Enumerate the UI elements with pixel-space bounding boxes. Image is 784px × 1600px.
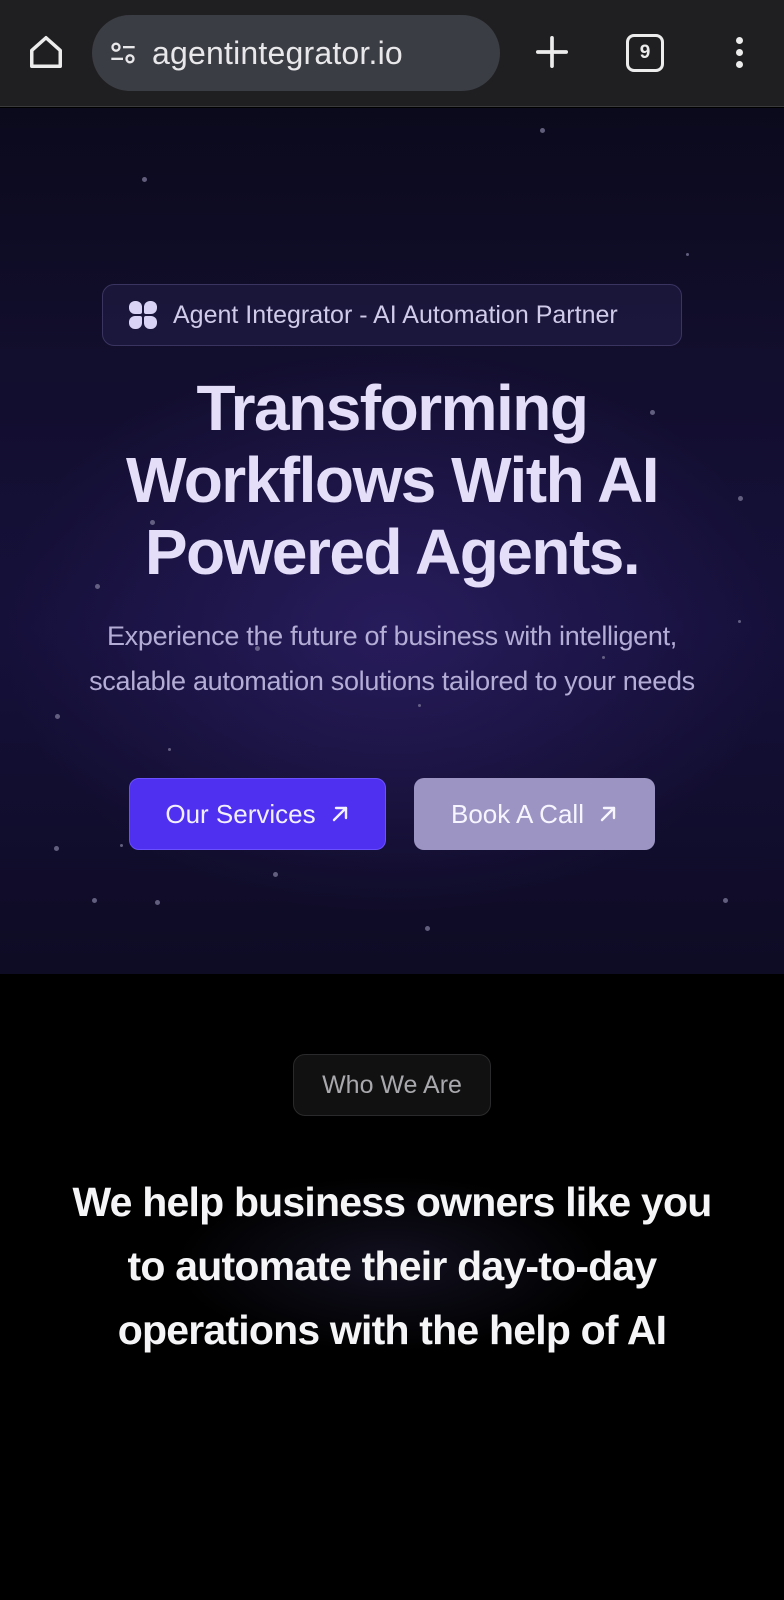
plus-icon[interactable] [530,30,574,74]
tab-switcher-button[interactable]: 9 [626,34,664,72]
tab-count: 9 [639,42,651,63]
about-title: We help business owners like you to auto… [40,1170,744,1362]
book-a-call-label: Book A Call [451,798,584,829]
home-icon[interactable] [24,30,68,74]
hero-badge: Agent Integrator - AI Automation Partner [102,284,682,346]
hero-subtitle-line: scalable automation solutions tailored t… [89,666,695,696]
our-services-button[interactable]: Our Services [129,778,386,850]
arrow-up-right-icon [598,804,618,824]
hero-subtitle-line: Experience the future of business with i… [106,621,678,651]
hero-title: Transforming Workflows With AI Powered A… [40,372,744,588]
about-title-line: We help business owners like you [72,1179,713,1225]
book-a-call-button[interactable]: Book A Call [414,778,655,850]
about-title-line: operations with the help of AI [117,1307,667,1353]
address-bar[interactable]: agentintegrator.io [92,15,500,91]
hero-section: Agent Integrator - AI Automation Partner… [0,108,784,974]
hero-title-line: Transforming [196,372,589,444]
arrow-up-right-icon [330,804,350,824]
about-title-line: to automate their day-to-day [127,1243,658,1289]
four-petal-logo-icon [129,301,157,329]
who-we-are-label: Who We Are [322,1070,462,1099]
hero-title-line: Powered Agents. [144,516,641,588]
hero-badge-label: Agent Integrator - AI Automation Partner [173,300,618,329]
hero-subtitle: Experience the future of business with i… [30,614,754,704]
about-section: Who We Are We help business owners like … [0,974,784,1600]
hero-title-line: Workflows With AI [125,444,660,516]
site-settings-icon[interactable] [108,38,138,68]
our-services-label: Our Services [165,798,316,829]
browser-toolbar: agentintegrator.io 9 [0,0,784,107]
url-text[interactable]: agentintegrator.io [152,35,403,72]
more-vert-icon[interactable] [724,30,754,74]
who-we-are-badge: Who We Are [293,1054,491,1116]
